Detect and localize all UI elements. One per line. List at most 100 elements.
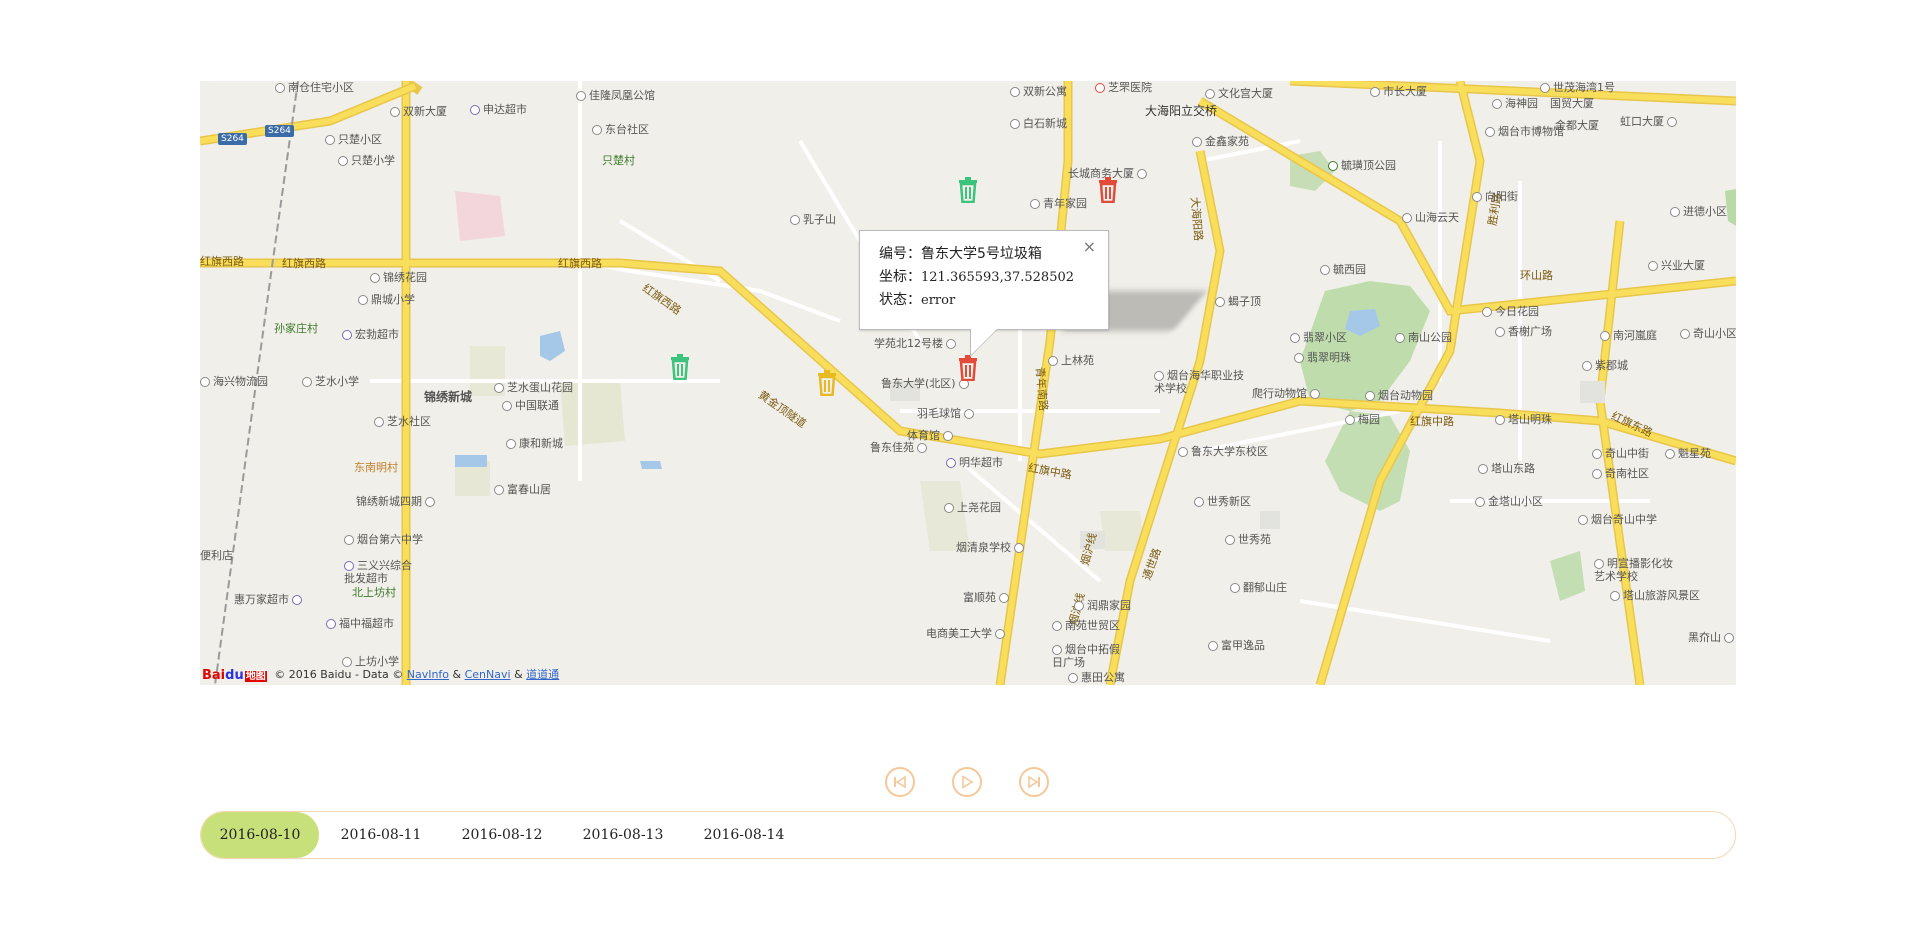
play-button[interactable] bbox=[952, 767, 982, 797]
poi: 芝罘医院 bbox=[1095, 81, 1152, 94]
poi: 塔山旅游风景区 bbox=[1610, 589, 1700, 602]
trash-bin-marker-red[interactable] bbox=[1097, 177, 1119, 203]
poi: 双新公寓 bbox=[1010, 85, 1067, 98]
poi: 爬行动物馆 bbox=[1252, 387, 1323, 400]
poi: 南河嵐庭 bbox=[1600, 329, 1657, 342]
date-item[interactable]: 2016-08-11 bbox=[322, 812, 440, 858]
poi: 翡翠明珠 bbox=[1294, 351, 1351, 364]
poi: 三义兴综合批发超市 bbox=[344, 559, 412, 585]
poi: 进德小区 bbox=[1670, 205, 1727, 218]
cennavi-link[interactable]: CenNavi bbox=[465, 668, 511, 681]
trash-bin-marker-green[interactable] bbox=[669, 354, 691, 380]
poi: 魁星苑 bbox=[1665, 447, 1711, 460]
trash-bin-marker-yellow[interactable] bbox=[816, 370, 838, 396]
poi: 世秀苑 bbox=[1225, 533, 1271, 546]
poi: 向阳街 bbox=[1472, 190, 1518, 203]
poi: 金塔山小区 bbox=[1475, 495, 1543, 508]
poi: 润鼎家园 bbox=[1074, 599, 1131, 612]
poi: 烟台市博物馆 bbox=[1485, 125, 1564, 138]
poi: 芝水社区 bbox=[374, 415, 431, 428]
poi: 东南明村 bbox=[354, 461, 398, 474]
copyright-text: © 2016 Baidu - Data © bbox=[274, 668, 404, 681]
poi: 惠万家超市 bbox=[234, 593, 305, 606]
skip-back-button[interactable] bbox=[885, 767, 915, 797]
poi: 锦绣新城四期 bbox=[356, 495, 438, 508]
poi: 文化宫大厦 bbox=[1205, 87, 1273, 100]
poi: 世茂海湾1号 bbox=[1540, 81, 1615, 94]
poi: 兴业大厦 bbox=[1648, 259, 1705, 272]
popup-id-value: 鲁东大学5号垃圾箱 bbox=[921, 246, 1042, 262]
navinfo-link[interactable]: NavInfo bbox=[407, 668, 449, 681]
poi: 学苑北12号楼 bbox=[874, 337, 959, 350]
poi: 翡翠小区 bbox=[1290, 331, 1347, 344]
poi: 鼎城小学 bbox=[358, 293, 415, 306]
highway-shield: S264 bbox=[265, 125, 294, 137]
popup-status-value: error bbox=[921, 293, 956, 308]
popup-coord-label: 坐标： bbox=[879, 269, 921, 285]
poi: 烟台奇山中学 bbox=[1578, 513, 1657, 526]
trash-bin-marker-green[interactable] bbox=[957, 177, 979, 203]
poi: 虹口大厦 bbox=[1620, 115, 1680, 128]
daodaotong-link[interactable]: 道道通 bbox=[526, 668, 559, 681]
road-label: 红旗中路 bbox=[1410, 415, 1454, 428]
poi: 富春山居 bbox=[494, 483, 551, 496]
poi: 康和新城 bbox=[506, 437, 563, 450]
poi: 塔山明珠 bbox=[1495, 413, 1552, 426]
poi: 青年家园 bbox=[1030, 197, 1087, 210]
poi: 海兴物流园 bbox=[200, 375, 268, 388]
road-label: 红旗西路 bbox=[558, 257, 602, 270]
poi: 金鑫家苑 bbox=[1192, 135, 1249, 148]
poi: 南仓住宅小区 bbox=[275, 81, 354, 94]
poi: 鲁东佳苑 bbox=[870, 441, 930, 454]
poi: 蝎子顶 bbox=[1215, 295, 1261, 308]
poi: 东台社区 bbox=[592, 123, 649, 136]
poi: 电商美工大学 bbox=[926, 627, 1008, 640]
popup-tail bbox=[971, 329, 997, 355]
poi: 毓西园 bbox=[1320, 263, 1366, 276]
road-label: 红旗西路 bbox=[200, 255, 244, 268]
poi: 南山公园 bbox=[1395, 331, 1452, 344]
poi: 世秀新区 bbox=[1194, 495, 1251, 508]
popup-status-row: 状态：error bbox=[879, 289, 1108, 312]
poi: 福中福超市 bbox=[326, 617, 394, 630]
poi: 市长大厦 bbox=[1370, 85, 1427, 98]
poi: 惠田公寓 bbox=[1068, 671, 1125, 684]
date-item[interactable]: 2016-08-12 bbox=[443, 812, 561, 858]
map-canvas[interactable]: 红旗西路 红旗西路 红旗西路 红旗西路 黄金顶隧道 青年南路 红旗中路 大海阳路… bbox=[200, 81, 1736, 685]
poi: 奇山小区 bbox=[1680, 327, 1736, 340]
poi: 南苑世贸区 bbox=[1052, 619, 1120, 632]
poi: 今日花园 bbox=[1482, 305, 1539, 318]
play-icon bbox=[962, 775, 974, 789]
date-item[interactable]: 2016-08-13 bbox=[564, 812, 682, 858]
poi: 鲁东大学东校区 bbox=[1178, 445, 1268, 458]
map-attribution: Baidu 地图 © 2016 Baidu - Data © NavInfo & … bbox=[202, 666, 559, 683]
date-item[interactable]: 2016-08-14 bbox=[685, 812, 803, 858]
trash-bin-marker-red-selected[interactable] bbox=[957, 355, 979, 381]
poi: 香榭广场 bbox=[1495, 325, 1552, 338]
poi: 烟台中拓假日广场 bbox=[1052, 643, 1120, 669]
popup-id-row: 编号：鲁东大学5号垃圾箱 bbox=[879, 243, 1108, 266]
poi: 毓璜顶公园 bbox=[1328, 159, 1396, 172]
skip-back-icon bbox=[894, 775, 906, 789]
poi: 金都大厦 bbox=[1555, 119, 1599, 132]
poi: 北上坊村 bbox=[352, 586, 396, 599]
poi: 国贸大厦 bbox=[1550, 97, 1594, 110]
poi: 宏勃超市 bbox=[342, 328, 399, 341]
poi: 只楚村 bbox=[602, 154, 635, 167]
poi: 明宣播影化妆艺术学校 bbox=[1594, 557, 1673, 583]
date-item-active[interactable]: 2016-08-10 bbox=[201, 812, 319, 858]
poi: 上林苑 bbox=[1048, 354, 1094, 367]
separator: & bbox=[514, 668, 523, 681]
poi: 烟台动物园 bbox=[1365, 389, 1433, 402]
close-icon[interactable]: × bbox=[1083, 237, 1096, 256]
poi: 梅园 bbox=[1345, 413, 1380, 426]
poi: 烟台第六中学 bbox=[344, 533, 423, 546]
poi: 烟台海华职业技术学校 bbox=[1154, 369, 1244, 395]
skip-forward-button[interactable] bbox=[1019, 767, 1049, 797]
poi: 黑夼山 bbox=[1688, 631, 1736, 644]
popup-id-label: 编号： bbox=[879, 246, 921, 262]
skip-forward-icon bbox=[1028, 775, 1040, 789]
poi: 塔山东路 bbox=[1478, 462, 1535, 475]
poi: 羽毛球馆 bbox=[917, 407, 977, 420]
baidu-logo[interactable]: Baidu 地图 bbox=[202, 667, 267, 683]
